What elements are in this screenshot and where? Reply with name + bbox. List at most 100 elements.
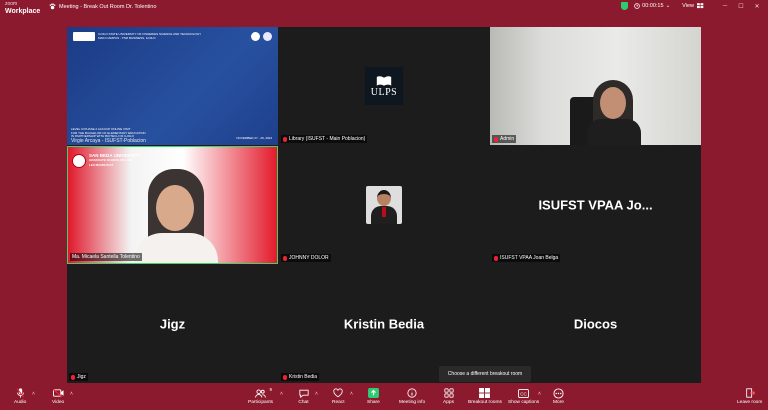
participant-name: Virgie Arcaya - ISUFST-Poblacion: [71, 138, 146, 144]
slide-logos: [251, 32, 272, 41]
participant-name-tag: ISUFST VPAA Joan Belga: [492, 254, 561, 262]
audio-options-caret-icon[interactable]: ˄: [32, 391, 35, 397]
participant-face: [156, 185, 194, 231]
participant-tile[interactable]: Admin: [490, 27, 701, 145]
participant-name-tag: Kristin Bedia: [281, 373, 320, 381]
participants-label: Participants: [248, 400, 274, 405]
participants-button[interactable]: 9 Participants: [248, 387, 274, 405]
zoom-workplace-logo: zoom Workplace: [5, 1, 40, 15]
participant-body: [587, 119, 641, 145]
react-label: React: [332, 400, 345, 405]
participant-name-tag: Admin: [492, 135, 517, 143]
banner-subtitle-2: LEX MUNDUS ET: [89, 163, 114, 167]
participant-name: Library (ISUFST - Main Poblacion): [289, 136, 366, 142]
breakout-tooltip: Choose a different breakout room: [439, 366, 531, 382]
mic-muted-icon: [71, 374, 75, 380]
info-icon: [407, 388, 417, 398]
apps-label: Apps: [443, 400, 454, 405]
view-button[interactable]: View: [682, 3, 704, 9]
virtual-background-banner: SAN BEDA UNIVERSITY GRADUATE SCHOOL OF L…: [72, 153, 141, 168]
apps-icon: [443, 388, 454, 398]
participant-display-name: Jigz: [159, 316, 186, 332]
participant-display-name: Kristin Bedia: [343, 316, 425, 332]
brand-name: Workplace: [5, 8, 41, 15]
meeting-info-label: Meeting info: [399, 400, 426, 405]
apps-button[interactable]: Apps: [443, 388, 454, 405]
participant-tile[interactable]: Jigz Jigz: [67, 265, 278, 383]
clock-icon: [634, 3, 640, 9]
participant-name-tag: Virgie Arcaya - ISUFST-Poblacion: [69, 137, 148, 145]
react-button[interactable]: React: [332, 388, 345, 405]
meeting-info-button[interactable]: Meeting info: [399, 388, 425, 405]
chat-button[interactable]: Chat: [298, 388, 309, 405]
participant-name: Admin: [500, 136, 515, 142]
view-label: View: [682, 3, 694, 9]
participant-name-tag: Library (ISUFST - Main Poblacion): [281, 135, 368, 143]
participants-count: 9: [269, 387, 273, 392]
close-icon[interactable]: ✕: [752, 3, 762, 10]
minimize-icon[interactable]: ─: [720, 3, 730, 9]
book-icon: [376, 75, 392, 86]
paw-icon: [49, 3, 56, 10]
more-button[interactable]: More: [553, 387, 564, 405]
maximize-icon[interactable]: ☐: [736, 3, 746, 10]
video-gallery: ILOILO STATE UNIVERSITY OF FISHERIES SCI…: [67, 27, 701, 383]
university-seal-icon: [72, 153, 86, 168]
chat-icon: [298, 389, 309, 398]
audio-label: Audio: [14, 400, 27, 405]
meeting-title-text: Meeting - Break Out Room Dr. Tolentino: [59, 3, 157, 10]
participant-tile[interactable]: ULPS Library (ISUFST - Main Poblacion): [279, 27, 489, 145]
grid-icon: [697, 3, 704, 9]
participant-tile-active[interactable]: SAN BEDA UNIVERSITY GRADUATE SCHOOL OF L…: [67, 146, 278, 264]
more-icon: [553, 387, 564, 399]
participant-tile[interactable]: ILOILO STATE UNIVERSITY OF FISHERIES SCI…: [67, 27, 278, 145]
audio-button[interactable]: Audio: [14, 388, 26, 405]
participant-name: Ma. Micaela Santella Tolentino: [72, 254, 140, 260]
captions-options-caret-icon[interactable]: ˄: [538, 391, 541, 397]
participant-body: [134, 233, 218, 263]
meeting-toolbar: Audio ˄ Video ˄ 9 Participants ˄ Chat ˄ …: [0, 385, 768, 410]
seal-icon: [263, 32, 272, 41]
share-label: Share: [367, 400, 380, 405]
mic-muted-icon: [283, 374, 287, 380]
participant-tile[interactable]: ISUFST VPAA Jo... ISUFST VPAA Joan Belga: [490, 146, 701, 264]
more-label: More: [553, 400, 564, 405]
microphone-muted-icon: [16, 388, 24, 398]
timer-text: 00:00:15: [642, 3, 664, 9]
participant-logo: ULPS: [365, 67, 403, 105]
mic-muted-icon: [494, 255, 498, 261]
participants-icon: [255, 388, 266, 398]
logo-text: ULPS: [370, 86, 398, 98]
participant-name-tag: Jigz: [69, 373, 88, 381]
meeting-timer[interactable]: 00:00:15 ⌄: [634, 3, 670, 9]
react-options-caret-icon[interactable]: ˄: [350, 391, 353, 397]
chevron-down-icon: ⌄: [665, 3, 671, 9]
participant-face: [600, 87, 626, 119]
leave-room-button[interactable]: Leave room: [737, 388, 762, 405]
camera-muted-icon: [52, 389, 64, 397]
video-options-caret-icon[interactable]: ˄: [70, 391, 73, 397]
chat-options-caret-icon[interactable]: ˄: [315, 391, 318, 397]
participant-name: ISUFST VPAA Joan Belga: [500, 255, 559, 261]
mic-muted-icon: [283, 255, 287, 261]
title-bar-controls: 00:00:15 ⌄ View ─ ☐ ✕: [621, 2, 762, 10]
seal-icon: [251, 32, 260, 41]
video-button[interactable]: Video: [52, 388, 64, 405]
breakout-rooms-button[interactable]: Breakout rooms: [468, 388, 502, 405]
share-button[interactable]: Share: [367, 388, 380, 405]
leave-icon: [745, 388, 755, 398]
mic-muted-icon: [283, 136, 287, 142]
slide-campus: MAIN CAMPUS - TIWI BUSINESS, ILOILO: [98, 35, 156, 40]
participant-tile[interactable]: JOHNNY DOLOR: [279, 146, 489, 264]
show-captions-button[interactable]: CC Show captions: [508, 388, 539, 405]
participant-name: Jigz: [77, 374, 86, 380]
university-logo: [73, 32, 95, 41]
participants-options-caret-icon[interactable]: ˄: [280, 391, 283, 397]
participant-display-name: Diocos: [573, 316, 618, 332]
encryption-shield-icon[interactable]: [621, 2, 629, 10]
share-screen-icon: [367, 388, 379, 398]
title-bar: zoom Workplace Meeting - Break Out Room …: [0, 0, 768, 16]
participant-name-tag: JOHNNY DOLOR: [281, 254, 331, 262]
svg-text:CC: CC: [520, 391, 527, 396]
slide-date: NOVEMBER 27 - 29, 2024: [236, 136, 272, 140]
